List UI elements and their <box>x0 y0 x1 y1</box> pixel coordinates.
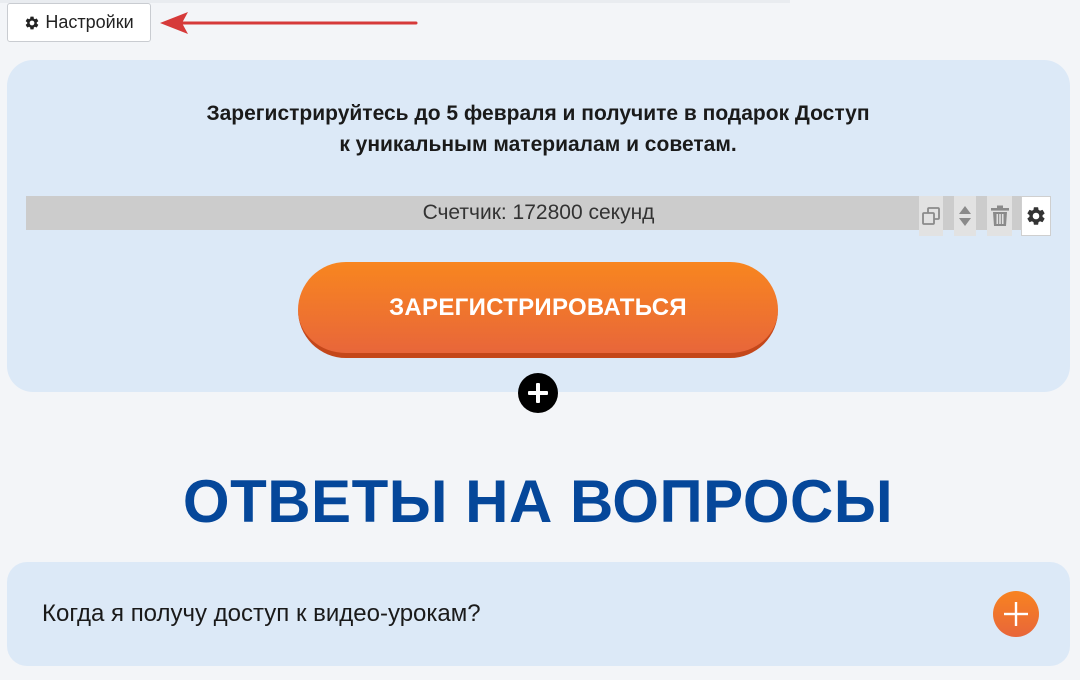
promo-text-line-2: к уникальным материалам и советам. <box>339 133 737 156</box>
move-block-button[interactable] <box>954 196 976 236</box>
countdown-timer[interactable]: Счетчик: 172800 секунд <box>26 196 1051 230</box>
settings-button-label: Настройки <box>45 12 134 32</box>
faq-item[interactable]: Когда я получу доступ к видео-урокам? <box>7 562 1070 666</box>
plus-icon <box>1003 601 1029 627</box>
block-settings-button[interactable] <box>1021 196 1051 236</box>
plus-icon <box>527 382 549 404</box>
settings-button[interactable]: Настройки <box>7 3 151 42</box>
copy-block-button[interactable] <box>919 196 943 236</box>
register-button[interactable]: ЗАРЕГИСТРИРОВАТЬСЯ <box>298 262 778 358</box>
promo-text: Зарегистрируйтесь до 5 февраля и получит… <box>0 98 1076 160</box>
gear-icon <box>24 15 40 31</box>
red-arrow-annotation <box>160 12 418 34</box>
faq-question: Когда я получу доступ к видео-урокам? <box>42 600 481 627</box>
trash-icon <box>990 205 1009 227</box>
delete-block-button[interactable] <box>987 196 1012 236</box>
add-block-button[interactable] <box>518 373 558 413</box>
promo-text-line-1: Зарегистрируйтесь до 5 февраля и получит… <box>206 102 870 125</box>
move-updown-icon <box>958 205 972 227</box>
faq-title: ОТВЕТЫ НА ВОПРОСЫ <box>182 468 894 535</box>
faq-expand-button[interactable] <box>993 591 1039 637</box>
gear-icon <box>1025 205 1047 227</box>
copy-icon <box>921 206 941 226</box>
countdown-label: Счетчик: 172800 секунд <box>422 201 655 224</box>
